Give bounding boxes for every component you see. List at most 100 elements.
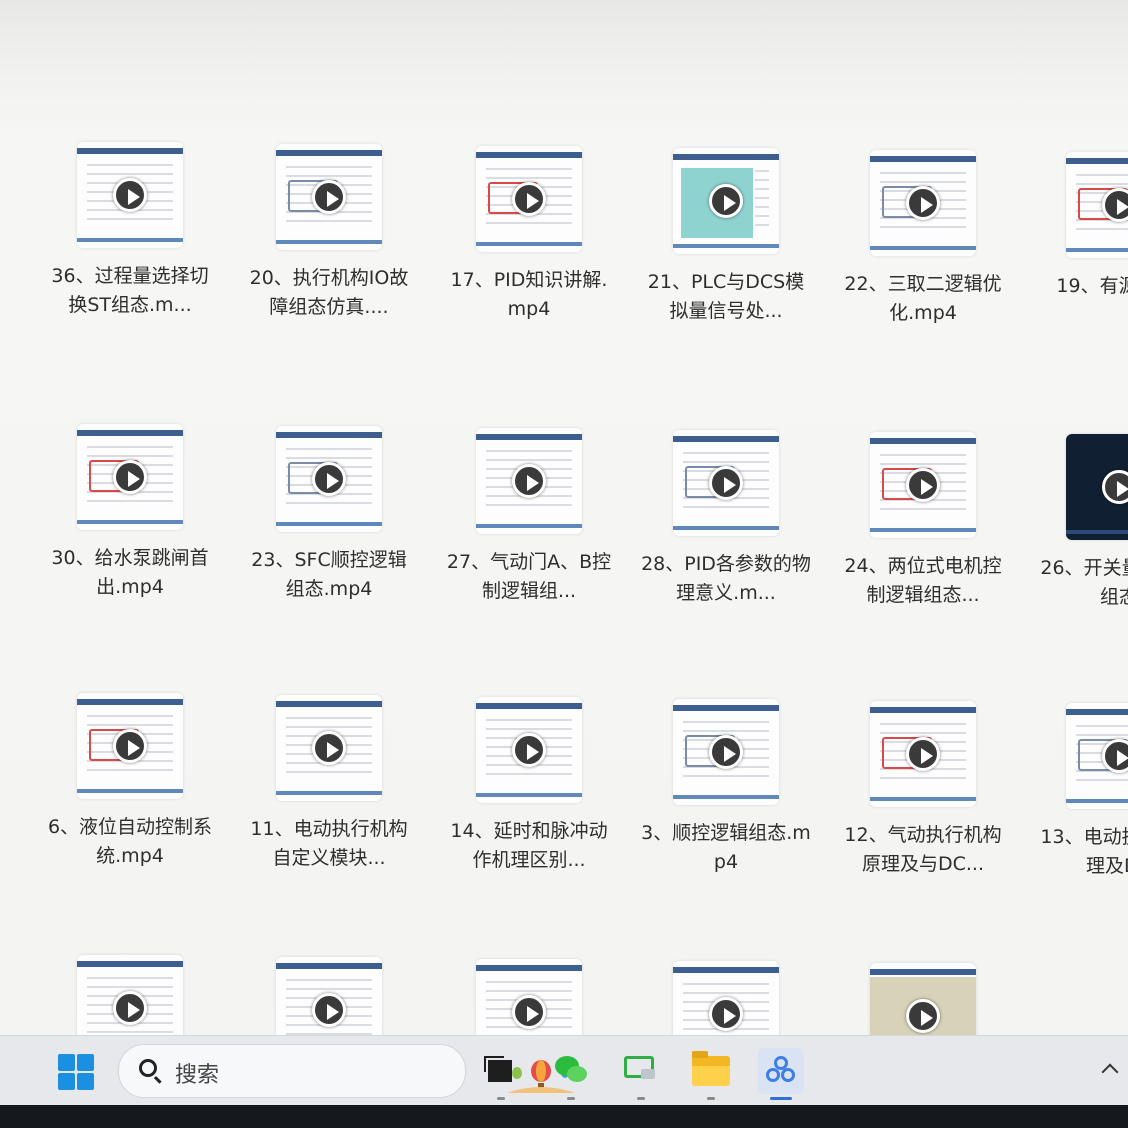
video-thumbnail <box>476 146 582 252</box>
video-thumbnail <box>77 955 183 1035</box>
video-file-item[interactable]: 27、气动门A、B控制逻辑组... <box>434 428 624 606</box>
video-file-item[interactable]: 23、SFC顺控逻辑组态.mp4 <box>234 426 424 604</box>
video-file-item[interactable] <box>631 961 821 1035</box>
file-name: 3、顺控逻辑组态.mp4 <box>641 822 811 873</box>
taskbar: 搜索 <box>0 1035 1128 1106</box>
video-thumbnail <box>673 148 779 254</box>
taskbar-app-monitor[interactable] <box>618 1048 664 1100</box>
video-thumbnail <box>276 957 382 1035</box>
file-name: 19、有源讲解. <box>1056 275 1128 297</box>
wechat-icon <box>555 1056 587 1082</box>
video-thumbnail <box>870 701 976 807</box>
video-thumbnail <box>77 142 183 248</box>
file-name: 23、SFC顺控逻辑组态.mp4 <box>251 549 407 600</box>
video-thumbnail <box>1066 434 1128 540</box>
running-indicator <box>770 1097 792 1100</box>
video-file-item[interactable]: 6、液位自动控制系统.mp4 <box>35 693 225 871</box>
play-icon <box>709 466 743 500</box>
play-icon <box>113 991 147 1025</box>
video-file-item[interactable] <box>828 963 1018 1035</box>
video-thumbnail <box>276 426 382 532</box>
windows-logo-icon <box>58 1073 75 1090</box>
video-thumbnail <box>870 150 976 256</box>
video-file-item[interactable]: 19、有源讲解. <box>1024 152 1128 301</box>
windows-logo-icon <box>58 1054 75 1071</box>
file-name: 36、过程量选择切换ST组态.m... <box>51 265 209 316</box>
video-thumbnail <box>673 430 779 536</box>
play-icon <box>113 729 147 763</box>
search-box[interactable]: 搜索 <box>118 1044 575 1098</box>
play-icon <box>1102 470 1128 504</box>
video-file-item[interactable] <box>434 959 624 1035</box>
file-name: 12、气动执行机构原理及与DC... <box>844 824 1002 875</box>
file-name: 14、延时和脉冲动作机理区别... <box>450 820 608 871</box>
running-indicator <box>567 1097 575 1100</box>
play-icon <box>709 997 743 1031</box>
file-grid: 36、过程量选择切换ST组态.m... 20、执行机构IO故障组态仿真.... 17… <box>0 0 1128 1035</box>
play-icon <box>312 993 346 1027</box>
play-icon <box>906 999 940 1033</box>
play-icon <box>906 468 940 502</box>
play-icon <box>113 460 147 494</box>
file-name: 27、气动门A、B控制逻辑组... <box>446 551 612 602</box>
video-file-item[interactable]: 13、电动执行构原理及DC <box>1024 703 1128 881</box>
file-explorer-window: 36、过程量选择切换ST组态.m... 20、执行机构IO故障组态仿真.... 17… <box>0 0 1128 1035</box>
video-file-item[interactable]: 12、气动执行机构原理及与DC... <box>828 701 1018 879</box>
start-button[interactable] <box>54 1050 98 1094</box>
play-icon <box>312 462 346 496</box>
video-thumbnail <box>476 428 582 534</box>
video-file-item[interactable]: 26、开关量块逻辑组态 <box>1024 434 1128 612</box>
file-name: 28、PID各参数的物理意义.m... <box>641 553 811 604</box>
video-thumbnail <box>276 695 382 801</box>
running-indicator <box>497 1097 505 1100</box>
video-thumbnail <box>673 961 779 1035</box>
video-thumbnail <box>1066 703 1128 809</box>
play-icon <box>512 182 546 216</box>
video-file-item[interactable]: 21、PLC与DCS模拟量信号处... <box>631 148 821 326</box>
video-file-item[interactable]: 3、顺控逻辑组态.mp4 <box>631 699 821 877</box>
video-file-item[interactable]: 20、执行机构IO故障组态仿真.... <box>234 144 424 322</box>
play-icon <box>512 464 546 498</box>
video-thumbnail <box>1066 152 1128 258</box>
running-indicator <box>637 1097 645 1100</box>
taskbar-app-cloud-drive[interactable] <box>758 1048 804 1100</box>
chevron-up-icon[interactable] <box>1101 1063 1119 1081</box>
video-file-item[interactable] <box>35 955 225 1035</box>
video-file-item[interactable] <box>234 957 424 1035</box>
file-name: 13、电动执行构原理及DC <box>1040 826 1128 877</box>
file-name: 20、执行机构IO故障组态仿真.... <box>249 267 409 318</box>
windows-logo-icon <box>77 1054 94 1071</box>
video-file-item[interactable]: 24、两位式电机控制逻辑组态... <box>828 432 1018 610</box>
file-name: 11、电动执行机构自定义模块... <box>250 818 408 869</box>
folder-icon <box>692 1051 730 1086</box>
video-file-item[interactable]: 17、PID知识讲解.mp4 <box>434 146 624 324</box>
play-icon <box>512 995 546 1029</box>
video-thumbnail <box>476 697 582 803</box>
play-icon <box>1102 739 1128 773</box>
play-icon <box>512 733 546 767</box>
play-icon <box>312 731 346 765</box>
video-file-item[interactable]: 30、给水泵跳闸首出.mp4 <box>35 424 225 602</box>
play-icon <box>709 735 743 769</box>
video-file-item[interactable]: 22、三取二逻辑优化.mp4 <box>828 150 1018 328</box>
video-thumbnail <box>276 144 382 250</box>
taskbar-app-wechat[interactable] <box>548 1048 594 1100</box>
play-icon <box>906 737 940 771</box>
cloud-icon <box>766 1056 796 1084</box>
video-thumbnail <box>77 424 183 530</box>
play-icon <box>1102 188 1128 222</box>
windows-logo-icon <box>77 1073 94 1090</box>
video-file-item[interactable]: 28、PID各参数的物理意义.m... <box>631 430 821 608</box>
play-icon <box>113 178 147 212</box>
search-placeholder: 搜索 <box>175 1063 220 1088</box>
video-thumbnail <box>870 963 976 1035</box>
play-icon <box>709 184 743 218</box>
taskbar-app-task-view[interactable] <box>478 1048 524 1100</box>
file-name: 21、PLC与DCS模拟量信号处... <box>647 271 805 322</box>
video-file-item[interactable]: 11、电动执行机构自定义模块... <box>234 695 424 873</box>
running-indicator <box>707 1097 715 1100</box>
taskbar-app-file-explorer[interactable] <box>688 1048 734 1100</box>
video-file-item[interactable]: 14、延时和脉冲动作机理区别... <box>434 697 624 875</box>
video-thumbnail <box>77 693 183 799</box>
video-file-item[interactable]: 36、过程量选择切换ST组态.m... <box>35 142 225 320</box>
